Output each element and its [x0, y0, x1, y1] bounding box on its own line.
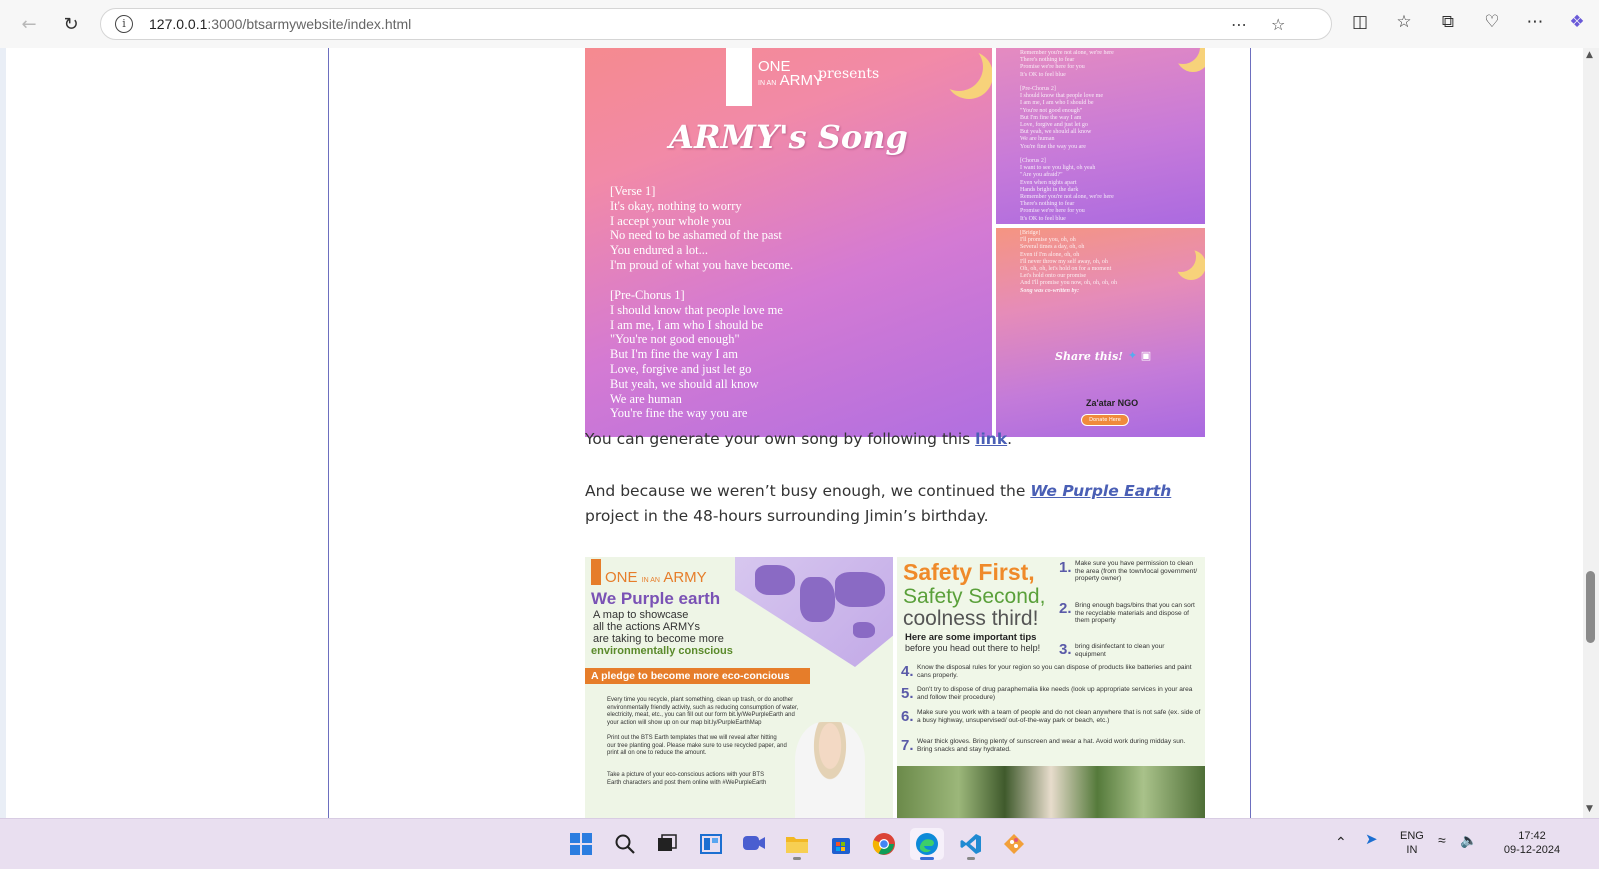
language-indicator[interactable]: ENG IN — [1400, 829, 1424, 857]
rule-number: 6. — [901, 708, 914, 725]
moon-icon — [935, 48, 983, 91]
side-lyrics-bottom: [Bridge] I'll promise you, oh, oh Severa… — [1020, 230, 1118, 287]
facebook-icon: ▣ — [1140, 349, 1152, 362]
git-icon[interactable] — [997, 828, 1031, 860]
bts-photo-strip — [897, 766, 1205, 818]
map-continent — [853, 622, 875, 638]
tips-subheading: before you head out there to help! — [905, 643, 1041, 653]
song-title: ARMY's Song — [669, 118, 908, 156]
clock[interactable]: 17:42 09-12-2024 — [1492, 829, 1572, 857]
map-continent — [800, 577, 835, 622]
pledge-bullet: Take a picture of your eco-conscious act… — [607, 772, 767, 786]
browser-essentials-icon[interactable]: ♡ — [1480, 12, 1504, 32]
address-bar[interactable]: i 127.0.0.1:3000/btsarmywebsite/index.ht… — [100, 8, 1332, 40]
share-label: Share this! — [1055, 350, 1123, 363]
rule-number: 2. — [1059, 600, 1072, 617]
jimin-photo — [795, 722, 865, 818]
map-description-green: environmentally conscious — [591, 645, 733, 657]
back-icon[interactable]: ← — [14, 10, 44, 38]
we-purple-earth-title: We Purple earth — [591, 589, 721, 608]
widgets-icon[interactable] — [694, 828, 728, 860]
safety-rule: Wear thick gloves. Bring plenty of sunsc… — [917, 738, 1186, 753]
location-icon[interactable]: ➤ — [1365, 832, 1378, 847]
one-in-an-army-logo — [591, 559, 601, 585]
logo-text: ONE IN AN ARMY — [758, 58, 823, 89]
chrome-icon[interactable] — [867, 828, 901, 860]
windows-start-icon[interactable] — [564, 828, 598, 860]
moon-icon — [1166, 242, 1196, 272]
pledge-banner: A pledge to become more eco-concious — [585, 668, 810, 684]
map-continent — [755, 565, 795, 595]
site-info-icon[interactable]: i — [115, 15, 133, 33]
show-hidden-icons-icon[interactable]: ⌃ — [1335, 835, 1347, 849]
safety-rule: Bring enough bags/bins that you can sort… — [1075, 602, 1195, 625]
song-generator-link[interactable]: link — [975, 430, 1007, 448]
left-brand: ONE IN AN ARMY — [605, 569, 707, 586]
ngo-label: Za'atar NGO — [1086, 398, 1139, 408]
safety-second: Safety Second, — [903, 585, 1046, 608]
presents-text: presents — [818, 66, 880, 82]
twitter-icon: ✦ — [1128, 349, 1138, 362]
favorite-star-icon[interactable]: ☆ — [1271, 15, 1285, 34]
one-in-an-army-logo — [726, 48, 752, 106]
store-icon[interactable] — [824, 828, 858, 860]
pledge-bullet: Every time you recycle, plant something,… — [607, 697, 799, 726]
donate-badge: Donate Here — [1081, 414, 1129, 426]
moon-icon — [1166, 48, 1200, 64]
we-purple-earth-image: ONE IN AN ARMY We Purple earth A map to … — [585, 557, 893, 818]
prechorus-lyrics: [Pre-Chorus 1] I should know that people… — [610, 288, 783, 421]
windows-taskbar: ⌃ ➤ ENG IN ≈ 🔈 17:42 09-12-2024 — [0, 818, 1599, 869]
vscode-icon[interactable] — [954, 828, 988, 860]
safety-rule: bring disinfectant to clean your equipme… — [1075, 643, 1165, 658]
rule-number: 5. — [901, 685, 914, 702]
page-viewport: ONE IN AN ARMY presents ARMY's Song [Ver… — [0, 48, 1583, 818]
rule-number: 3. — [1059, 641, 1072, 658]
rule-number: 1. — [1059, 559, 1072, 576]
safety-rule: Make sure you work with a team of people… — [917, 709, 1201, 724]
map-description: A map to showcase all the actions ARMYs … — [593, 609, 724, 645]
wifi-icon[interactable]: ≈ — [1438, 833, 1446, 847]
scroll-thumb[interactable] — [1586, 571, 1595, 643]
verse-lyrics: [Verse 1] It's okay, nothing to worry I … — [610, 184, 794, 272]
search-icon[interactable] — [608, 828, 642, 860]
share-icons: ✦ ▣ — [1128, 349, 1151, 362]
split-screen-icon[interactable]: ◫ — [1348, 12, 1372, 32]
rule-number: 7. — [901, 737, 914, 754]
running-indicator — [793, 857, 801, 860]
safety-rule: Make sure you have permission to clean t… — [1075, 560, 1198, 583]
file-explorer-icon[interactable] — [780, 828, 814, 860]
favorites-icon[interactable]: ☆ — [1392, 12, 1416, 32]
read-aloud-icon[interactable]: ⋯ — [1231, 15, 1247, 34]
more-icon[interactable]: ⋯ — [1523, 12, 1547, 32]
side-lyrics-top: Remember you're not alone, we're here Th… — [1020, 50, 1114, 222]
page-scrollbar[interactable]: ▲ ▼ — [1583, 48, 1599, 818]
coolness-third: coolness third! — [903, 607, 1039, 630]
purple-earth-paragraph: And because we weren’t busy enough, we c… — [585, 482, 1172, 525]
rule-number: 4. — [901, 663, 914, 680]
written-by: Song was co-written by: — [1020, 288, 1080, 294]
collections-icon[interactable]: ⧉ — [1436, 12, 1460, 32]
we-purple-earth-link[interactable]: We Purple Earth — [1030, 482, 1171, 500]
url-text[interactable]: 127.0.0.1:3000/btsarmywebsite/index.html — [149, 16, 411, 32]
map-continent — [835, 572, 885, 607]
refresh-icon[interactable]: ↻ — [56, 10, 86, 38]
scroll-down-icon[interactable]: ▼ — [1586, 804, 1593, 814]
active-indicator — [920, 857, 934, 860]
volume-icon[interactable]: 🔈 — [1460, 833, 1477, 847]
safety-rule: Know the disposal rules for your region … — [917, 664, 1192, 679]
safety-rule: Don't try to dispose of drug paraphernal… — [917, 686, 1193, 701]
pledge-bullet: Print out the BTS Earth templates that w… — [607, 735, 787, 756]
copilot-icon[interactable]: ❖ — [1565, 12, 1589, 32]
scroll-up-icon[interactable]: ▲ — [1586, 50, 1593, 60]
edge-icon[interactable] — [910, 828, 944, 860]
safety-first-title: Safety First, — [903, 559, 1035, 585]
browser-toolbar: ← ↻ i 127.0.0.1:3000/btsarmywebsite/inde… — [0, 0, 1599, 48]
zoom-icon[interactable] — [737, 828, 771, 860]
task-view-icon[interactable] — [650, 828, 684, 860]
safety-first-image: Safety First, Safety Second, coolness th… — [897, 557, 1205, 818]
generate-song-paragraph: You can generate your own song by follow… — [585, 430, 1013, 448]
running-indicator — [967, 857, 975, 860]
tips-heading: Here are some important tips — [905, 632, 1037, 643]
